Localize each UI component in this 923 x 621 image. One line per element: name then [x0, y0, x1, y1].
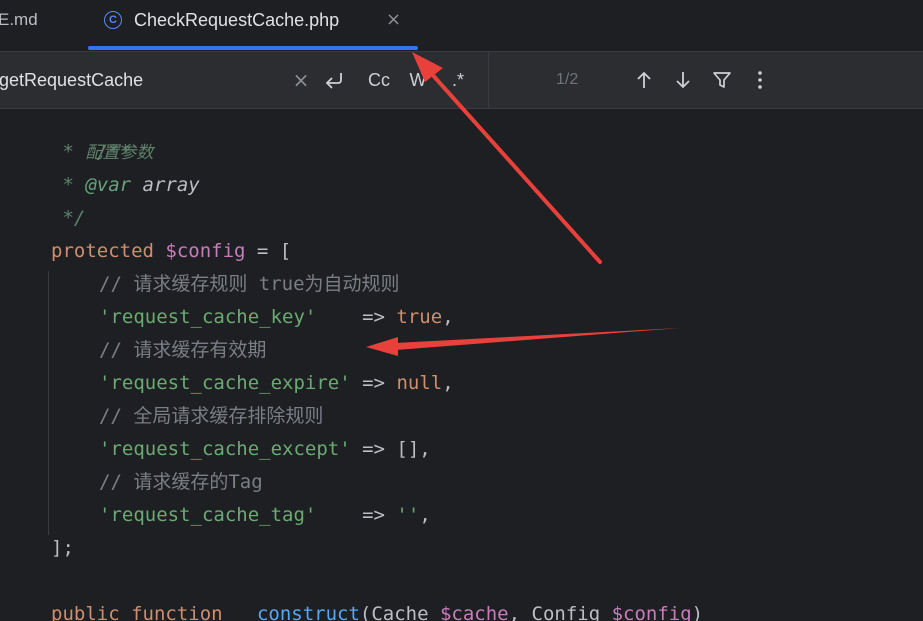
code-line-1: /**: [96, 141, 132, 163]
previous-occurrence-icon[interactable]: [632, 66, 656, 94]
code-line-11: 'request_cache_except' => [],: [99, 438, 431, 460]
clear-search-icon[interactable]: ×: [292, 66, 310, 94]
match-count: 1/2: [556, 71, 579, 88]
tab-check-request-cache[interactable]: C CheckRequestCache.php: [104, 8, 339, 32]
code-line-12: // 请求缓存的Tag: [99, 471, 263, 493]
close-tab-icon[interactable]: ×: [386, 9, 401, 30]
code-line-9: 'request_cache_expire' => null,: [99, 372, 454, 394]
arrow-up-icon: [637, 71, 651, 88]
class-icon: C: [104, 11, 122, 29]
code-line-14: ];: [51, 537, 74, 559]
search-divider: [488, 52, 489, 108]
arrow-down-icon: [676, 72, 690, 89]
editor-tab-bar: E.md C CheckRequestCache.php ×: [0, 0, 923, 52]
indent-guide: [48, 271, 49, 535]
kebab-icon: [758, 71, 762, 89]
new-line-icon[interactable]: [322, 66, 348, 94]
code-line-6: // 请求缓存规则 true为自动规则: [99, 273, 400, 295]
whole-words-button[interactable]: W: [406, 66, 430, 94]
tab-readme[interactable]: E.md: [0, 10, 38, 32]
find-bar: × Cc W .* 1/2: [0, 52, 923, 109]
code-line-10: // 全局请求缓存排除规则: [99, 405, 324, 427]
tab-label: E.md: [0, 10, 38, 29]
code-editor[interactable]: /** * 配置参数 * @var array */ protected $co…: [0, 109, 923, 621]
code-line-4: */: [51, 207, 86, 229]
code-line-3: * @var array: [51, 174, 200, 196]
new-line-glyph: [325, 73, 342, 89]
code-line-7: 'request_cache_key' => true,: [99, 306, 454, 328]
code-line-13: 'request_cache_tag' => '',: [99, 504, 431, 526]
code-line-2: * 配置参数: [51, 141, 154, 163]
code-line-5: protected $config = [: [51, 240, 292, 262]
active-tab-indicator: [88, 46, 418, 50]
code-line-16: public function __construct(Cache $cache…: [51, 603, 704, 621]
filter-icon[interactable]: [710, 66, 734, 94]
regex-button[interactable]: .*: [446, 66, 470, 94]
tab-label: CheckRequestCache.php: [134, 9, 340, 30]
match-case-button[interactable]: Cc: [365, 66, 393, 94]
search-input[interactable]: [0, 67, 279, 93]
funnel-icon: [713, 72, 731, 88]
more-options-icon[interactable]: [750, 66, 770, 94]
code-line-8: // 请求缓存有效期: [99, 339, 267, 361]
next-occurrence-icon[interactable]: [671, 66, 695, 94]
